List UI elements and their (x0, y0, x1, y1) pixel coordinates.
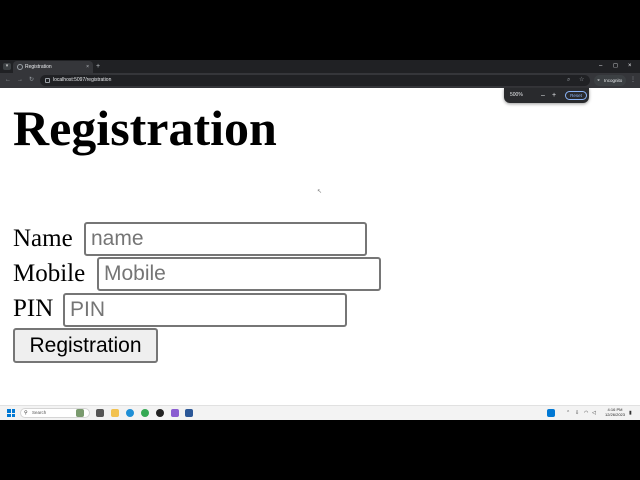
notification-app-icon[interactable] (547, 409, 555, 417)
tab-search-button[interactable]: ▾ (3, 63, 11, 70)
tab-registration[interactable]: Registration × (13, 61, 93, 73)
zoom-icon[interactable]: ⌕ (567, 77, 570, 84)
more-menu-icon[interactable]: ⋮ (630, 76, 636, 85)
app-icon[interactable] (185, 409, 193, 417)
taskbar-clock[interactable]: 4:16 PM 12/26/2023 (603, 407, 627, 417)
tab-strip: ▾ Registration × + – ◻ × (0, 60, 640, 73)
tab-title: Registration (25, 64, 52, 70)
clock-date: 12/26/2023 (604, 412, 626, 417)
page-title: Registration (13, 100, 277, 156)
name-input[interactable] (84, 222, 367, 256)
restore-button[interactable]: ◻ (613, 62, 618, 71)
task-view-icon[interactable] (96, 409, 104, 417)
visual-studio-icon[interactable] (171, 409, 179, 417)
registration-button[interactable]: Registration (13, 328, 158, 363)
search-placeholder: Search (32, 410, 47, 415)
pin-label: PIN (13, 295, 54, 322)
incognito-label: Incognito (604, 78, 623, 83)
globe-icon (17, 64, 23, 70)
site-info-icon[interactable] (45, 78, 50, 83)
zoom-out-button[interactable]: – (541, 91, 545, 100)
zoom-in-button[interactable]: + (552, 91, 556, 100)
wifi-icon[interactable]: ◠ (584, 408, 588, 418)
chrome-icon[interactable] (141, 409, 149, 417)
zoom-level: 500% (510, 92, 523, 98)
search-icon: ⚲ (24, 410, 28, 416)
mobile-input[interactable] (97, 257, 381, 291)
browser-toolbar: ← → ↻ localhost:5097/registration ⌕ ☆ ◒ … (0, 73, 640, 88)
widget-icon[interactable] (76, 409, 84, 417)
forward-button[interactable]: → (17, 76, 23, 85)
bookmark-star-icon[interactable]: ☆ (579, 77, 584, 84)
windows-start-icon[interactable] (7, 409, 15, 417)
mouse-cursor-icon: ↖ (317, 189, 323, 195)
close-window-button[interactable]: × (628, 62, 632, 71)
edge-icon[interactable] (126, 409, 134, 417)
chrome-incognito-icon[interactable] (156, 409, 164, 417)
windows-taskbar: ⚲ Search ⌃ ⇩ ◠ ◁ 4:16 PM 12/26/2023 ▮ (0, 405, 640, 420)
name-label: Name (13, 225, 73, 252)
incognito-badge[interactable]: ◒ Incognito (594, 75, 626, 86)
url-text[interactable]: localhost:5097/registration (53, 76, 111, 85)
chevron-up-icon[interactable]: ⌃ (566, 408, 570, 418)
incognito-icon: ◒ (597, 77, 601, 83)
reload-button[interactable]: ↻ (29, 76, 34, 85)
pin-input[interactable] (63, 293, 347, 327)
close-icon[interactable]: × (86, 63, 89, 71)
back-button[interactable]: ← (5, 76, 11, 85)
zoom-reset-button[interactable]: Reset (565, 91, 587, 100)
file-explorer-icon[interactable] (111, 409, 119, 417)
notification-bell-icon[interactable]: ▮ (629, 408, 632, 418)
address-bar[interactable]: localhost:5097/registration ⌕ ☆ (40, 75, 590, 86)
speaker-icon[interactable]: ◁ (592, 408, 596, 418)
mobile-label: Mobile (13, 260, 86, 287)
zoom-popup: 500% – + Reset (504, 88, 589, 103)
usb-icon[interactable]: ⇩ (575, 408, 579, 418)
minimize-button[interactable]: – (599, 62, 602, 71)
new-tab-button[interactable]: + (96, 62, 100, 71)
